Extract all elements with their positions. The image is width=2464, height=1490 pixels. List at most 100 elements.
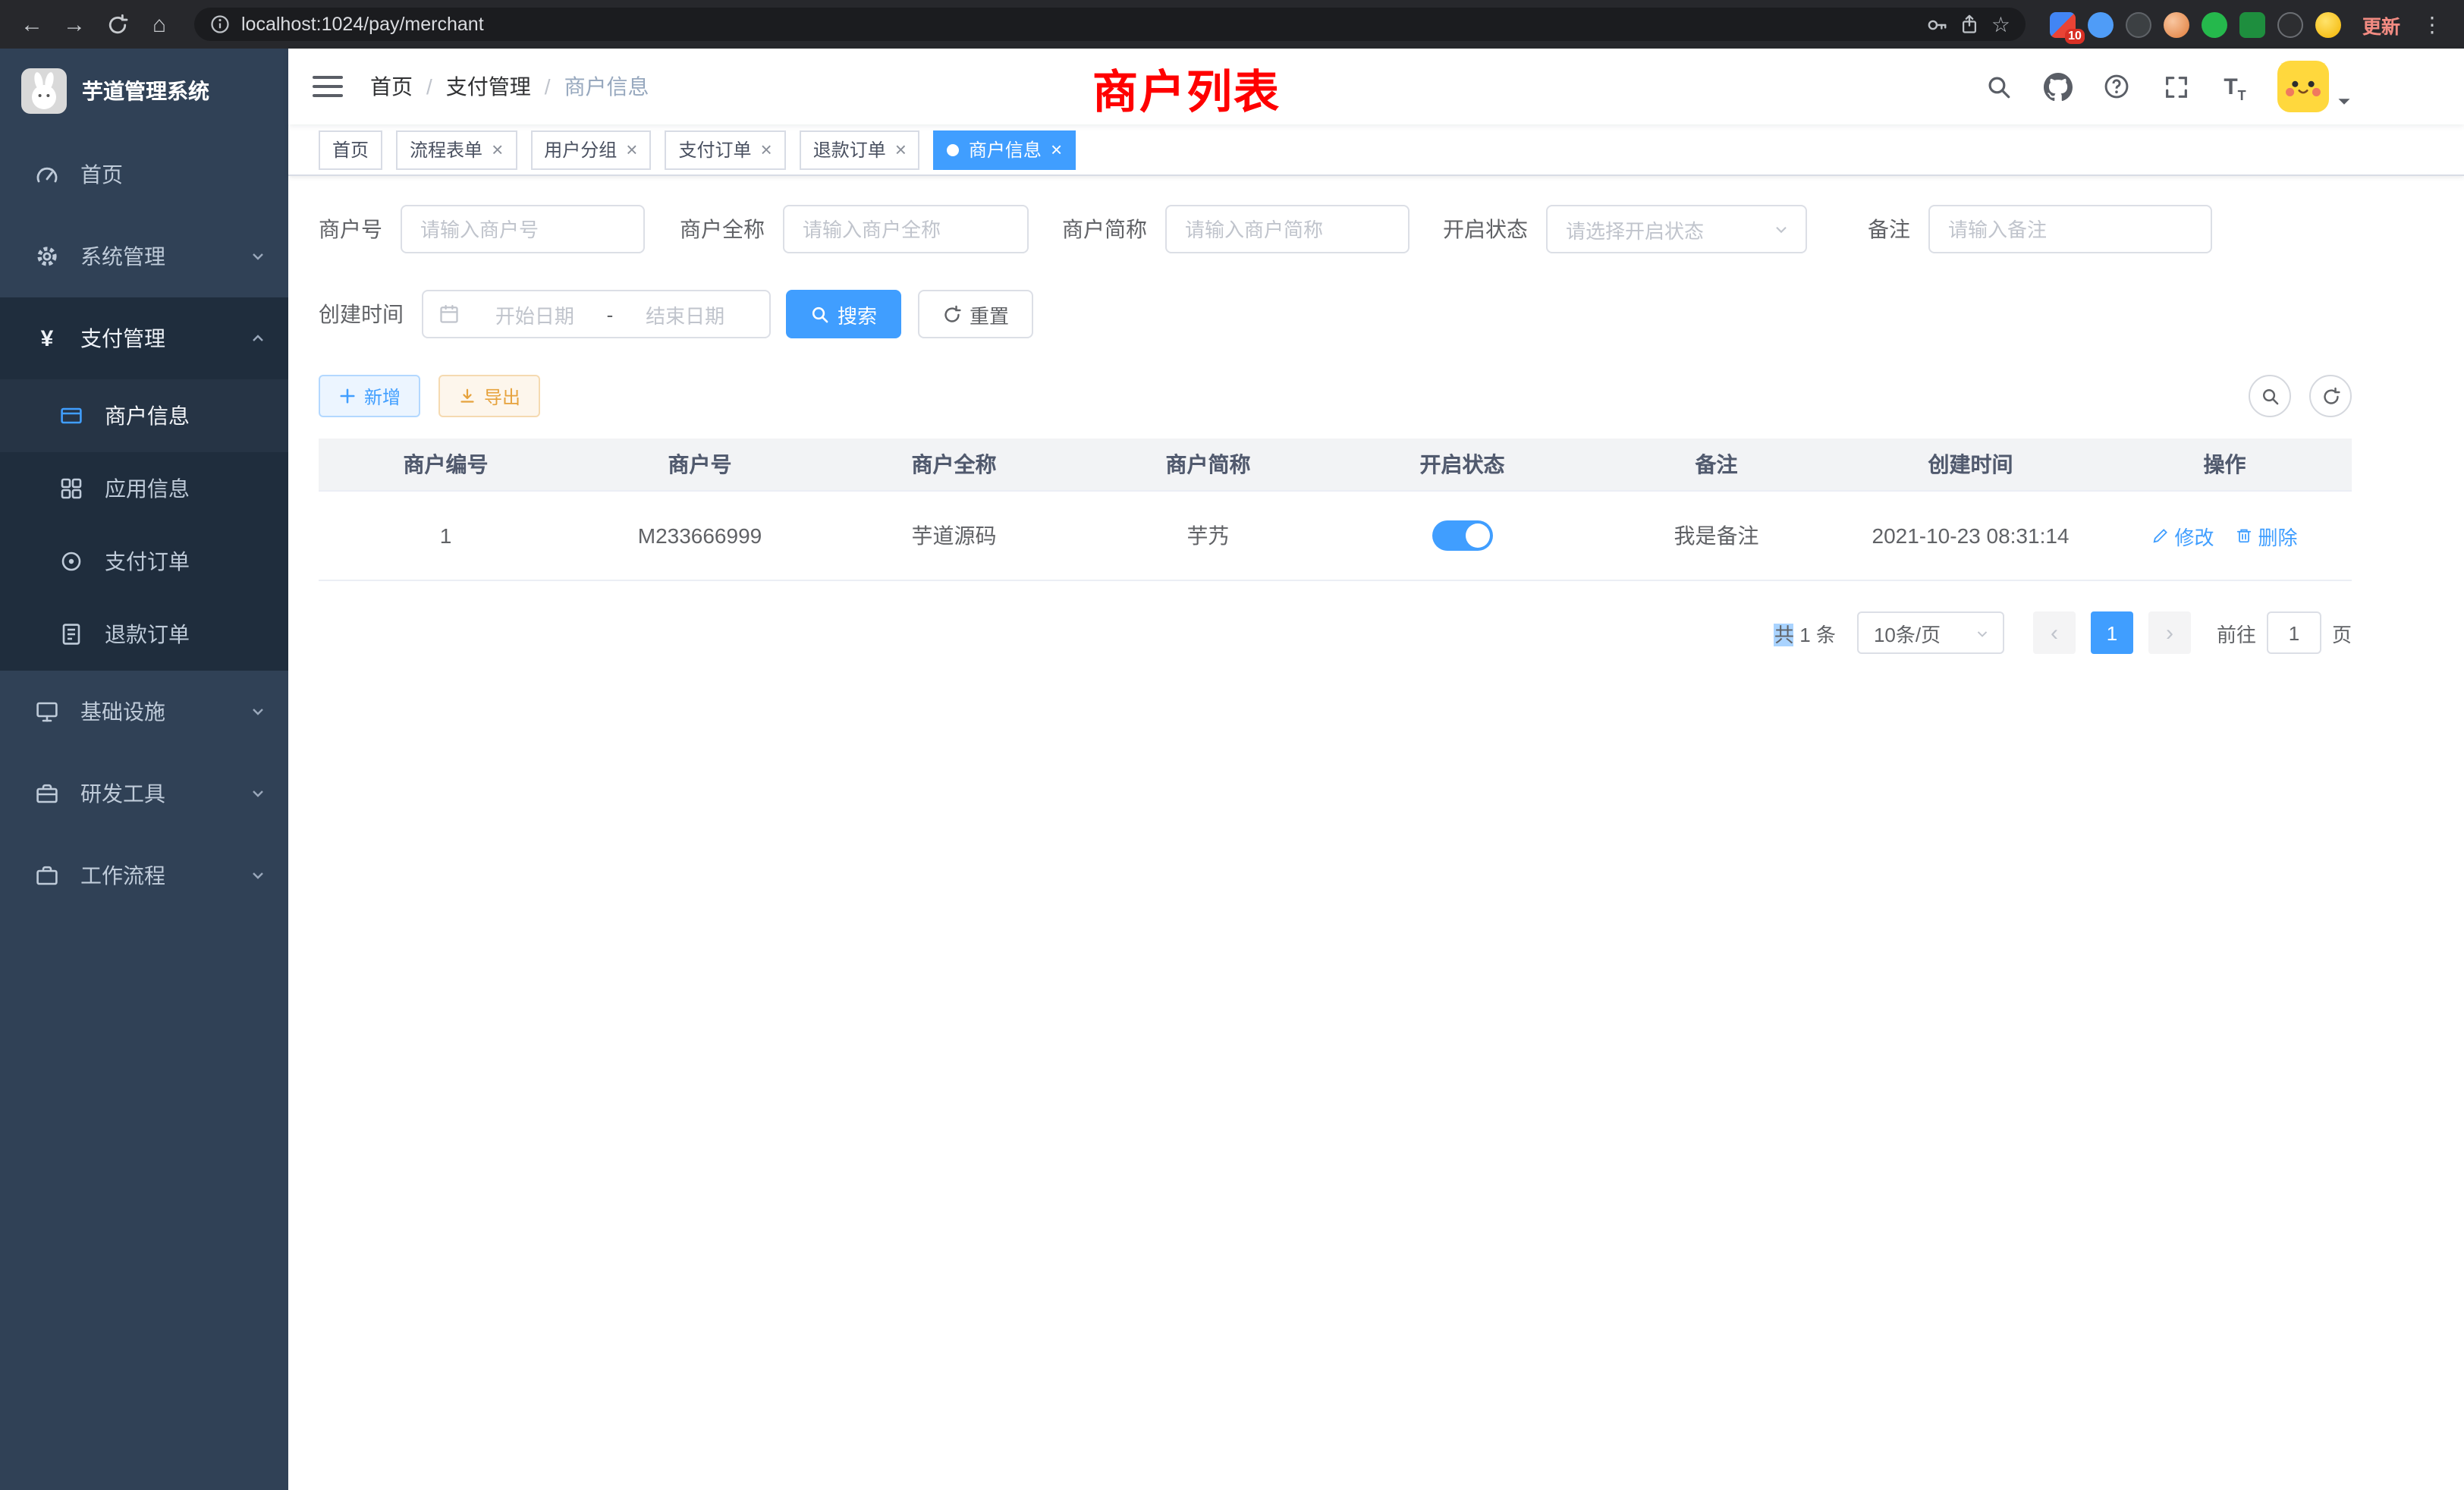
site-info-icon[interactable] bbox=[209, 14, 231, 35]
breadcrumb-section[interactable]: 支付管理 bbox=[446, 71, 531, 102]
extension-icon[interactable] bbox=[2202, 11, 2227, 37]
calendar-icon bbox=[438, 303, 460, 325]
app-logo[interactable]: 芋道管理系统 bbox=[0, 49, 288, 134]
browser-reload-icon[interactable] bbox=[97, 6, 137, 42]
date-separator: - bbox=[604, 303, 617, 325]
extension-icon[interactable] bbox=[2277, 11, 2303, 37]
col-header: 操作 bbox=[2098, 439, 2352, 490]
cell-merchant-no: M233666999 bbox=[573, 492, 827, 580]
sidebar-item-merchant-info[interactable]: 商户信息 bbox=[0, 379, 288, 452]
extension-icon[interactable] bbox=[2088, 11, 2114, 37]
export-button[interactable]: 导出 bbox=[438, 375, 540, 417]
short-name-label: 商户简称 bbox=[1062, 214, 1147, 244]
remark-label: 备注 bbox=[1868, 214, 1910, 244]
extension-icon[interactable] bbox=[2126, 11, 2151, 37]
chevron-down-icon bbox=[249, 784, 267, 803]
user-menu[interactable] bbox=[2277, 61, 2352, 112]
breadcrumb-home[interactable]: 首页 bbox=[370, 71, 413, 102]
extension-icon[interactable]: 10 bbox=[2050, 11, 2076, 37]
sidebar-label: 工作流程 bbox=[80, 860, 165, 891]
browser-update-button[interactable]: 更新 bbox=[2362, 10, 2400, 39]
page-annotation: 商户列表 bbox=[1092, 55, 1281, 121]
browser-home-icon[interactable]: ⌂ bbox=[140, 6, 179, 42]
github-icon[interactable] bbox=[2041, 70, 2074, 103]
tag-process-form[interactable]: 流程表单 × bbox=[396, 130, 517, 169]
password-key-icon[interactable] bbox=[1926, 13, 1949, 36]
browser-forward-icon[interactable]: → bbox=[55, 6, 94, 42]
app-shell: 芋道管理系统 首页 系统管理 ¥ 支付管理 bbox=[0, 49, 2464, 1490]
show-search-toggle-button[interactable] bbox=[2249, 375, 2291, 417]
tag-merchant-info[interactable]: 商户信息 × bbox=[934, 130, 1076, 169]
yen-icon: ¥ bbox=[33, 326, 61, 350]
delete-link[interactable]: 删除 bbox=[2236, 521, 2298, 550]
tag-pay-order[interactable]: 支付订单 × bbox=[665, 130, 785, 169]
tags-view: 首页 流程表单 × 用户分组 × 支付订单 × 退款订单 × bbox=[288, 124, 2464, 176]
hamburger-icon[interactable] bbox=[313, 76, 343, 97]
help-icon[interactable] bbox=[2100, 70, 2133, 103]
tab-close-icon[interactable]: × bbox=[492, 140, 503, 159]
status-toggle[interactable] bbox=[1432, 520, 1493, 551]
remark-input[interactable] bbox=[1928, 205, 2212, 253]
status-select[interactable]: 请选择开启状态 bbox=[1546, 205, 1807, 253]
edit-link[interactable]: 修改 bbox=[2151, 521, 2214, 550]
full-name-input[interactable] bbox=[783, 205, 1029, 253]
sidebar-label: 支付管理 bbox=[80, 323, 165, 354]
merchant-no-input[interactable] bbox=[401, 205, 645, 253]
goto-page: 前往 页 bbox=[2217, 611, 2352, 654]
goto-page-input[interactable] bbox=[2267, 611, 2321, 654]
goto-suffix: 页 bbox=[2332, 618, 2352, 647]
fullscreen-icon[interactable] bbox=[2159, 70, 2192, 103]
col-header: 开启状态 bbox=[1335, 439, 1589, 490]
browser-menu-icon[interactable]: ⋮ bbox=[2412, 6, 2452, 42]
tab-close-icon[interactable]: × bbox=[626, 140, 637, 159]
sidebar-item-infrastructure[interactable]: 基础设施 bbox=[0, 671, 288, 753]
address-bar[interactable]: localhost:1024/pay/merchant ☆ bbox=[194, 8, 2026, 41]
extension-icon[interactable] bbox=[2315, 11, 2341, 37]
col-header: 商户全称 bbox=[827, 439, 1081, 490]
search-button[interactable]: 搜索 bbox=[786, 290, 901, 338]
page-number-1[interactable]: 1 bbox=[2091, 611, 2133, 654]
sidebar-label: 首页 bbox=[80, 159, 123, 190]
tag-refund-order[interactable]: 退款订单 × bbox=[800, 130, 920, 169]
app-title: 芋道管理系统 bbox=[82, 76, 209, 106]
sidebar-item-devtools[interactable]: 研发工具 bbox=[0, 753, 288, 835]
tab-close-icon[interactable]: × bbox=[761, 140, 772, 159]
reset-button[interactable]: 重置 bbox=[918, 290, 1033, 338]
date-start[interactable]: 开始日期 bbox=[466, 300, 604, 328]
breadcrumb: 首页 / 支付管理 / 商户信息 bbox=[370, 71, 649, 102]
sidebar-item-pay-order[interactable]: 支付订单 bbox=[0, 525, 288, 598]
bookmark-star-icon[interactable]: ☆ bbox=[1991, 11, 2010, 37]
extension-icon[interactable] bbox=[2164, 11, 2189, 37]
page-size-select[interactable]: 10条/页 bbox=[1857, 611, 2004, 654]
sidebar-item-refund-order[interactable]: 退款订单 bbox=[0, 598, 288, 671]
status-label: 开启状态 bbox=[1443, 214, 1528, 244]
tab-close-icon[interactable]: × bbox=[1051, 140, 1062, 159]
date-end[interactable]: 结束日期 bbox=[616, 300, 754, 328]
card-icon bbox=[58, 404, 85, 428]
col-header: 商户号 bbox=[573, 439, 827, 490]
goto-label: 前往 bbox=[2217, 618, 2256, 647]
tab-close-icon[interactable]: × bbox=[895, 140, 907, 159]
add-button[interactable]: 新增 bbox=[319, 375, 420, 417]
browser-back-icon[interactable]: ← bbox=[12, 6, 52, 42]
col-header: 商户编号 bbox=[319, 439, 573, 490]
tag-home[interactable]: 首页 bbox=[319, 130, 382, 169]
sidebar-item-system[interactable]: 系统管理 bbox=[0, 215, 288, 297]
font-size-icon[interactable]: TT bbox=[2218, 70, 2252, 103]
sidebar-item-app-info[interactable]: 应用信息 bbox=[0, 452, 288, 525]
refresh-table-button[interactable] bbox=[2309, 375, 2352, 417]
short-name-input[interactable] bbox=[1165, 205, 1410, 253]
search-icon[interactable] bbox=[1982, 70, 2015, 103]
prev-page-button[interactable]: ‹ bbox=[2033, 611, 2076, 654]
cell-full-name: 芋道源码 bbox=[827, 492, 1081, 580]
date-range-picker[interactable]: 开始日期 - 结束日期 bbox=[422, 290, 771, 338]
share-icon[interactable] bbox=[1960, 14, 1981, 35]
sidebar-item-home[interactable]: 首页 bbox=[0, 134, 288, 215]
sidebar-label: 支付订单 bbox=[105, 546, 190, 577]
next-page-button[interactable]: › bbox=[2148, 611, 2191, 654]
extension-icon[interactable] bbox=[2239, 11, 2265, 37]
sidebar-item-workflow[interactable]: 工作流程 bbox=[0, 835, 288, 916]
tag-user-group[interactable]: 用户分组 × bbox=[530, 130, 651, 169]
target-icon bbox=[58, 549, 85, 574]
sidebar-item-payment[interactable]: ¥ 支付管理 bbox=[0, 297, 288, 379]
